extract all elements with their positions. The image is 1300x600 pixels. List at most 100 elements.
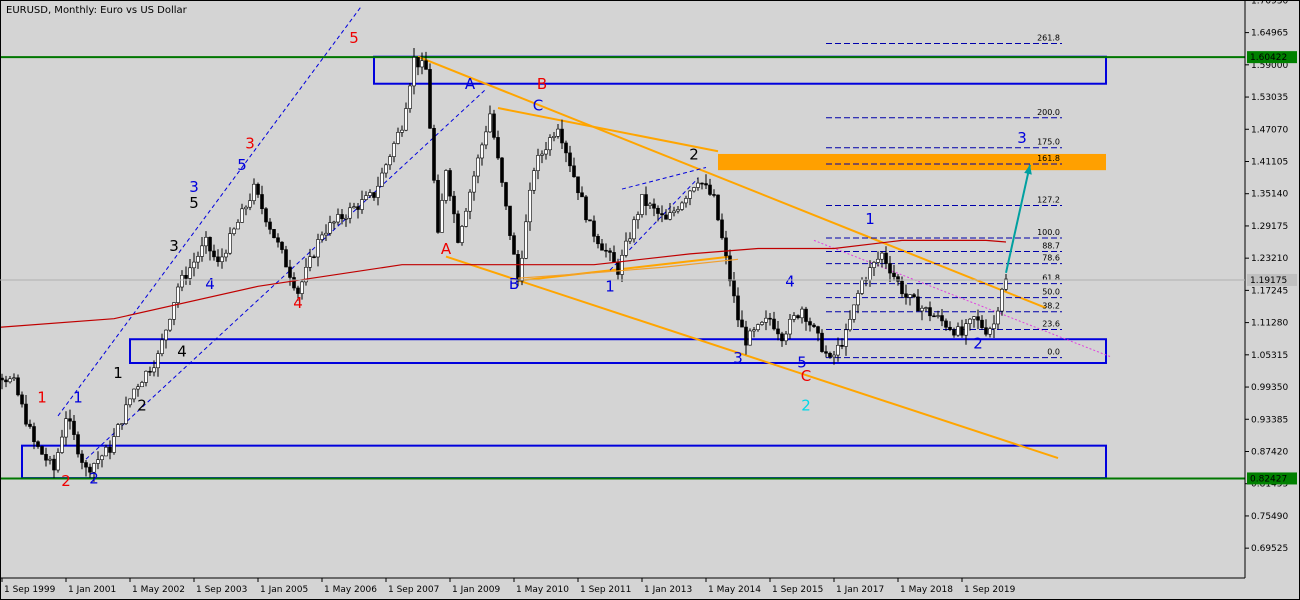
candle-body	[80, 453, 84, 463]
candle-body	[908, 294, 912, 298]
y-tick-label: 1.35140	[1251, 190, 1288, 200]
price-level-label: 1.60422	[1250, 53, 1287, 63]
candle-body	[340, 214, 344, 220]
candle-body	[424, 60, 428, 70]
candle-body	[820, 332, 824, 352]
candle-body	[824, 351, 828, 354]
price-level-label: 0.82427	[1250, 474, 1287, 484]
candle-body	[20, 394, 24, 405]
candle-body	[204, 236, 208, 247]
candle-body	[488, 113, 492, 133]
candle-body	[876, 258, 880, 263]
candle-body	[128, 398, 132, 406]
candle-body	[932, 315, 936, 318]
candle-body	[164, 329, 168, 341]
candle-body	[592, 220, 596, 237]
candle-body	[464, 210, 468, 227]
candle-body	[648, 203, 652, 206]
candle-body	[664, 214, 668, 220]
candle-body	[312, 256, 316, 258]
candle-body	[980, 319, 984, 328]
candle-body	[688, 190, 692, 199]
candle-body	[260, 194, 264, 210]
candle-body	[140, 382, 144, 388]
candle-body	[352, 206, 356, 209]
wave-label: 2	[61, 472, 71, 490]
candle-body	[848, 319, 852, 331]
chart-title: EURUSD, Monthly: Euro vs US Dollar	[6, 5, 188, 16]
fib-level-label: 50.0	[1042, 288, 1060, 297]
candle-body	[364, 195, 368, 200]
candle-body	[396, 132, 400, 144]
candle-body	[460, 226, 464, 243]
candle-body	[756, 324, 760, 331]
candle-body	[580, 192, 584, 198]
candle-body	[376, 185, 380, 198]
price-chart[interactable]: 261.8 200.0 175.0 161.8 127.2 100.0 88.7 78.6 61…	[0, 0, 1300, 600]
candle-body	[236, 222, 240, 230]
x-tick-label: 1 Jan 2013	[644, 585, 692, 595]
candle-body	[316, 239, 320, 258]
candle-body	[404, 108, 408, 131]
candle-body	[968, 318, 972, 325]
candle-body	[284, 249, 288, 268]
candle-body	[624, 240, 628, 256]
candle-body	[508, 205, 512, 236]
x-tick-label: 1 Sep 2007	[388, 585, 439, 595]
candle-body	[784, 333, 788, 342]
candle-body	[564, 142, 568, 154]
wave-label: 4	[785, 272, 795, 290]
candle-body	[524, 221, 528, 259]
candle-body	[856, 293, 860, 306]
candle-body	[672, 210, 676, 213]
fib-level-label: 23.6	[1042, 320, 1060, 329]
candle-body	[48, 458, 52, 461]
candle-body	[52, 458, 56, 471]
candle-body	[32, 426, 36, 443]
candle-body	[984, 327, 988, 335]
y-tick-label: 1.11280	[1251, 319, 1288, 329]
y-tick-label: 0.69525	[1251, 544, 1288, 554]
candle-body	[544, 149, 548, 155]
candle-body	[660, 213, 664, 216]
candle-body	[252, 183, 256, 201]
fib-level-label: 161.8	[1037, 154, 1060, 163]
candle-body	[212, 250, 216, 258]
candle-body	[392, 143, 396, 157]
candle-body	[348, 207, 352, 219]
candle-body	[28, 423, 32, 427]
candle-body	[556, 128, 560, 137]
candle-body	[780, 333, 784, 342]
candle-body	[432, 128, 436, 181]
candle-body	[272, 229, 276, 239]
y-tick-label: 1.47070	[1251, 125, 1288, 135]
wave-label: 5	[189, 194, 199, 212]
candle-body	[232, 228, 236, 234]
candle-body	[228, 233, 232, 254]
candle-body	[948, 326, 952, 331]
candle-body	[160, 339, 164, 354]
candle-body	[428, 69, 432, 129]
y-tick-label: 1.17245	[1251, 286, 1288, 296]
candle-body	[368, 192, 372, 196]
candle-body	[956, 326, 960, 336]
candle-body	[308, 256, 312, 268]
candle-body	[224, 252, 228, 258]
candle-body	[940, 315, 944, 322]
candle-body	[36, 441, 40, 447]
candle-body	[944, 320, 948, 328]
candle-body	[996, 310, 1000, 325]
candle-body	[292, 277, 296, 289]
candle-body	[736, 295, 740, 321]
wave-label: C	[533, 97, 543, 115]
y-tick-label: 1.23210	[1251, 254, 1288, 264]
candle-body	[960, 326, 964, 336]
candle-body	[852, 304, 856, 320]
y-tick-label: 1.41105	[1251, 157, 1288, 167]
x-tick-label: 1 Sep 2015	[772, 585, 823, 595]
candle-body	[936, 315, 940, 317]
candle-body	[476, 157, 480, 177]
candle-body	[528, 189, 532, 223]
candle-body	[912, 294, 916, 298]
candle-body	[156, 353, 160, 369]
